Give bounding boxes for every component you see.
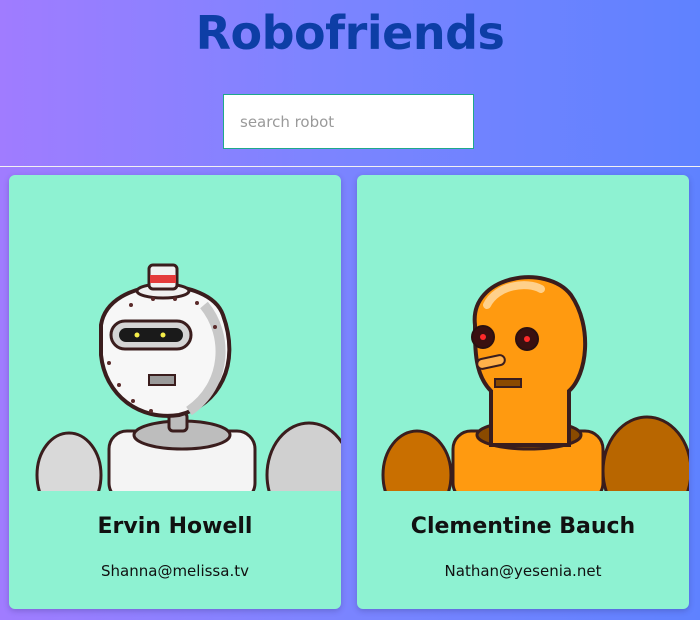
card-list: Ervin Howell Shanna@melissa.tv Clementin… [0, 167, 700, 620]
robot-name: Ervin Howell [97, 514, 253, 539]
page-title: Robofriends [195, 6, 505, 60]
robot-image [35, 263, 341, 491]
robot-email: Shanna@melissa.tv [101, 562, 249, 580]
robot-card[interactable]: Clementine Bauch Nathan@yesenia.net [357, 175, 689, 609]
search-input[interactable] [223, 94, 474, 149]
robot-image [381, 275, 689, 491]
robot-name: Clementine Bauch [410, 514, 636, 539]
robot-card[interactable]: Ervin Howell Shanna@melissa.tv [9, 175, 341, 609]
header: Robofriends [0, 0, 700, 166]
robot-email: Nathan@yesenia.net [444, 562, 602, 580]
